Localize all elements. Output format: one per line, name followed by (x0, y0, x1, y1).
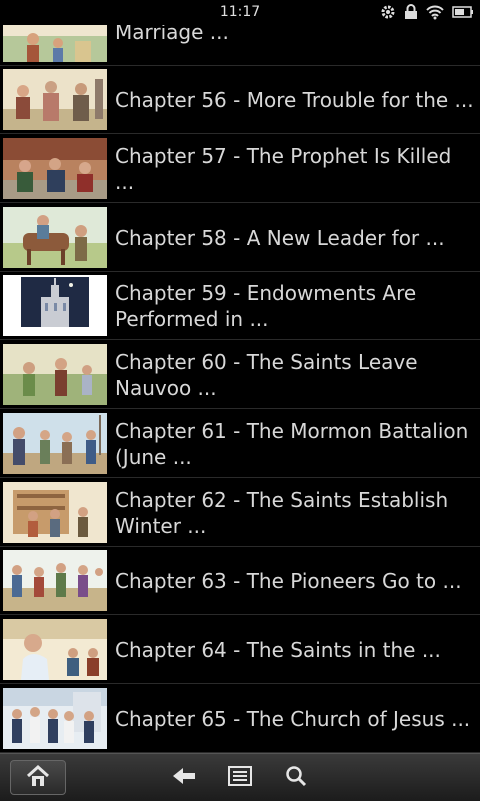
status-bar: 11:17 (0, 0, 480, 25)
list-item[interactable]: Chapter 61 - The Mormon Battalion (June … (0, 410, 480, 478)
back-button[interactable] (168, 763, 200, 793)
battery-icon (452, 3, 474, 21)
search-button[interactable] (280, 763, 312, 793)
list-item[interactable]: Chapter 60 - The Saints Leave Nauvoo ... (0, 341, 480, 409)
chapter-title: Chapter 65 - The Church of Jesus ... (115, 706, 471, 731)
search-icon (285, 765, 307, 791)
chapter-thumbnail (3, 138, 107, 199)
chapter-title: Chapter 62 - The Saints Establish Winter… (115, 487, 449, 538)
chapter-thumbnail (3, 688, 107, 749)
chapter-thumbnail (3, 344, 107, 405)
wifi-icon (426, 3, 444, 21)
chapter-thumbnail (3, 25, 107, 62)
list-item[interactable]: Chapter 62 - The Saints Establish Winter… (0, 479, 480, 547)
menu-button[interactable] (224, 763, 256, 793)
chapter-thumbnail (3, 482, 107, 543)
chapter-thumbnail (3, 550, 107, 611)
gear-icon (380, 3, 396, 21)
list-item[interactable]: Chapter 56 - More Trouble for the ... (0, 66, 480, 134)
chapter-title: Chapter 57 - The Prophet Is Killed ... (115, 143, 452, 194)
chapter-title: Chapter 60 - The Saints Leave Nauvoo ... (115, 349, 418, 400)
chapter-thumbnail (3, 619, 107, 680)
chapter-list[interactable]: Marriage ... Chapter 56 - More Trouble f… (0, 25, 480, 753)
chapter-thumbnail (3, 413, 107, 474)
chapter-thumbnail (3, 207, 107, 268)
back-arrow-icon (171, 766, 197, 790)
chapter-title: Chapter 63 - The Pioneers Go to ... (115, 568, 462, 593)
home-button[interactable] (10, 760, 66, 795)
lock-icon (404, 3, 418, 21)
home-icon (26, 764, 50, 791)
chapter-title: Chapter 59 - Endowments Are Performed in… (115, 280, 417, 331)
list-item[interactable]: Chapter 65 - The Church of Jesus ... (0, 685, 480, 753)
chapter-thumbnail (3, 69, 107, 130)
list-item[interactable]: Chapter 59 - Endowments Are Performed in… (0, 272, 480, 340)
chapter-title: Marriage ... (115, 25, 229, 44)
list-item[interactable]: Chapter 64 - The Saints in the ... (0, 616, 480, 684)
menu-icon (228, 766, 252, 790)
chapter-title: Chapter 61 - The Mormon Battalion (June … (115, 418, 469, 469)
status-icons (380, 3, 474, 21)
list-item[interactable]: Marriage ... (0, 25, 480, 66)
chapter-title: Chapter 58 - A New Leader for ... (115, 225, 445, 250)
list-item[interactable]: Chapter 63 - The Pioneers Go to ... (0, 547, 480, 615)
chapter-thumbnail (3, 275, 107, 336)
bottom-navigation-bar (0, 753, 480, 801)
list-item[interactable]: Chapter 58 - A New Leader for ... (0, 204, 480, 272)
chapter-title: Chapter 64 - The Saints in the ... (115, 637, 441, 662)
chapter-title: Chapter 56 - More Trouble for the ... (115, 87, 474, 112)
list-item[interactable]: Chapter 57 - The Prophet Is Killed ... (0, 135, 480, 203)
